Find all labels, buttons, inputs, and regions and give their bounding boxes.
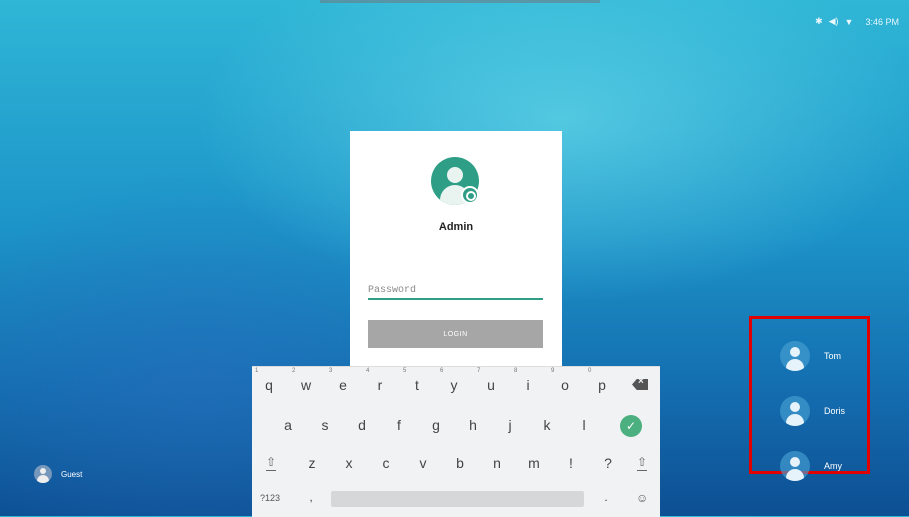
key-e[interactable]: 3e <box>329 368 357 393</box>
user-avatar <box>780 451 810 481</box>
bluetooth-icon: ✱ <box>815 16 823 26</box>
key-label: o <box>561 377 569 393</box>
key-a[interactable]: a <box>274 417 302 433</box>
key-r[interactable]: 4r <box>366 368 394 393</box>
key-hint: 6 <box>440 368 444 374</box>
guest-label: Guest <box>61 469 83 479</box>
key-c[interactable]: c <box>372 455 400 471</box>
volume-icon: ◀) <box>828 16 839 26</box>
key-v[interactable]: v <box>409 455 437 471</box>
user-name: Doris <box>824 406 846 416</box>
key-n[interactable]: n <box>483 455 511 471</box>
user-item-tom[interactable]: Tom <box>780 341 841 371</box>
key-hint: 8 <box>514 368 518 374</box>
key-h[interactable]: h <box>459 417 487 433</box>
key-g[interactable]: g <box>422 417 450 433</box>
enter-key[interactable]: ✓ <box>620 415 642 437</box>
key-p[interactable]: 0p <box>588 368 616 393</box>
key-m[interactable]: m <box>520 455 548 471</box>
key-label: r <box>377 377 383 393</box>
guest-user[interactable]: Guest <box>34 465 82 483</box>
status-bar: ✱ ◀) ▼ 3:46 PM <box>815 16 899 27</box>
key-label: p <box>598 377 606 393</box>
key-exclamation[interactable]: ! <box>557 455 585 471</box>
shift-left-key[interactable]: ⇧ <box>264 455 278 471</box>
guest-avatar <box>34 465 52 483</box>
key-q[interactable]: 1q <box>255 368 283 393</box>
period-key[interactable]: . <box>592 490 620 504</box>
key-hint: 9 <box>551 368 555 374</box>
key-label: y <box>450 377 458 393</box>
key-o[interactable]: 9o <box>551 368 579 393</box>
key-label: q <box>265 377 273 393</box>
key-i[interactable]: 8i <box>514 368 542 393</box>
symbols-key[interactable]: ?123 <box>260 493 280 503</box>
shift-right-key[interactable]: ⇧ <box>635 455 649 471</box>
comma-key[interactable]: , <box>297 490 325 504</box>
status-time: 3:46 PM <box>865 16 899 27</box>
key-z[interactable]: z <box>298 455 326 471</box>
space-key[interactable] <box>331 491 584 507</box>
key-label: t <box>415 377 419 393</box>
gear-icon <box>461 186 479 204</box>
key-y[interactable]: 6y <box>440 368 468 393</box>
key-l[interactable]: l <box>570 417 598 433</box>
key-w[interactable]: 2w <box>292 368 320 393</box>
key-hint: 0 <box>588 368 592 374</box>
key-hint: 7 <box>477 368 481 374</box>
on-screen-keyboard: 1q2w3e4r5t6y7u8i9o0p asdfghjkl ✓ ⇧ zxcvb… <box>252 366 660 517</box>
user-name: Tom <box>824 351 842 361</box>
key-t[interactable]: 5t <box>403 368 431 393</box>
key-label: i <box>526 377 530 393</box>
key-label: e <box>339 377 347 393</box>
key-hint: 1 <box>255 368 259 374</box>
top-frame-edge <box>320 0 600 3</box>
login-card: Admin LOGIN <box>350 131 562 376</box>
user-name: Amy <box>824 461 842 471</box>
user-item-doris[interactable]: Doris <box>780 396 845 426</box>
key-label: u <box>487 377 495 393</box>
key-j[interactable]: j <box>496 417 524 433</box>
key-s[interactable]: s <box>311 417 339 433</box>
key-u[interactable]: 7u <box>477 368 505 393</box>
key-k[interactable]: k <box>533 417 561 433</box>
key-d[interactable]: d <box>348 417 376 433</box>
key-hint: 2 <box>292 368 296 374</box>
wifi-icon: ▼ <box>844 16 854 27</box>
login-button[interactable]: LOGIN <box>368 320 543 348</box>
password-input[interactable] <box>368 282 543 300</box>
user-avatar <box>780 396 810 426</box>
key-hint: 5 <box>403 368 407 374</box>
backspace-key[interactable] <box>632 379 648 390</box>
emoji-icon[interactable]: ☺ <box>636 491 648 505</box>
key-b[interactable]: b <box>446 455 474 471</box>
key-hint: 4 <box>366 368 370 374</box>
key-question[interactable]: ? <box>594 455 622 471</box>
key-label: w <box>300 377 312 393</box>
user-avatar <box>780 341 810 371</box>
key-f[interactable]: f <box>385 417 413 433</box>
key-x[interactable]: x <box>335 455 363 471</box>
login-user-name: Admin <box>438 221 474 233</box>
user-item-amy[interactable]: Amy <box>780 451 842 481</box>
key-hint: 3 <box>329 368 333 374</box>
